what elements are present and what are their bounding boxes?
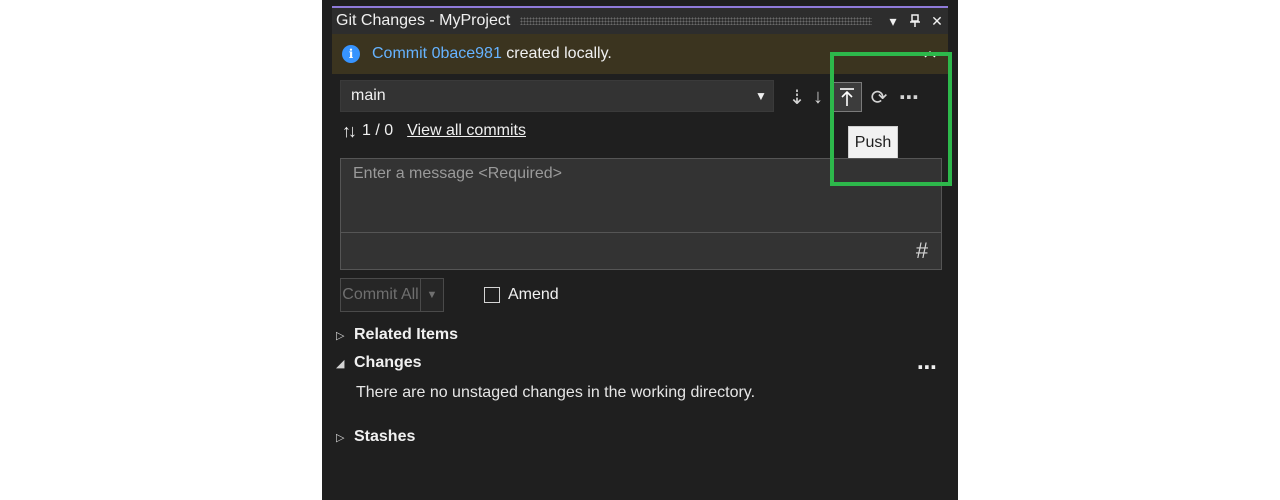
- commit-message-box: #: [340, 158, 942, 270]
- info-icon: i: [342, 45, 360, 63]
- title-grip[interactable]: [520, 17, 872, 25]
- title-bar[interactable]: Git Changes - MyProject ▾ ✕: [332, 8, 948, 34]
- hash-icon[interactable]: #: [909, 237, 935, 265]
- info-bar: i Commit 0bace981 created locally.: [332, 34, 948, 74]
- commit-count: 1 / 0: [362, 122, 394, 139]
- pin-icon-svg: [910, 14, 920, 27]
- section-changes[interactable]: ◢ Changes: [336, 354, 422, 372]
- more-icon: ⋯: [899, 86, 919, 109]
- chevron-down-icon[interactable]: ▼: [749, 81, 773, 111]
- info-message: Commit 0bace981 created locally.: [372, 45, 612, 63]
- sync-icon: ⟳: [870, 86, 888, 109]
- git-changes-panel: Git Changes - MyProject ▾ ✕ i Commit 0ba…: [322, 0, 958, 500]
- push-icon: [840, 88, 854, 106]
- commits-row: ↑↓ 1 / 0 View all commits: [342, 120, 526, 142]
- chevron-up-icon: [924, 50, 936, 58]
- commit-all-button[interactable]: Commit All: [341, 279, 421, 311]
- push-tooltip: Push: [848, 126, 898, 160]
- chevron-right-icon: ▷: [336, 329, 345, 342]
- branch-name: main: [351, 87, 386, 104]
- info-suffix: created locally.: [501, 45, 612, 62]
- pull-icon: ↓: [813, 85, 823, 108]
- push-button[interactable]: [832, 82, 862, 112]
- panel-content: Git Changes - MyProject ▾ ✕ i Commit 0ba…: [332, 6, 948, 500]
- section-label: Changes: [354, 354, 422, 371]
- no-changes-message: There are no unstaged changes in the wor…: [356, 384, 756, 401]
- collapse-icon[interactable]: [918, 42, 942, 66]
- amend-option[interactable]: Amend: [484, 286, 559, 304]
- commit-options-chevron-icon[interactable]: ▼: [421, 279, 443, 311]
- amend-checkbox[interactable]: [484, 287, 500, 303]
- window-title: Git Changes - MyProject: [336, 12, 511, 29]
- commit-all-split-button[interactable]: Commit All ▼: [340, 278, 444, 312]
- pin-icon[interactable]: [904, 10, 926, 32]
- chevron-expanded-icon: ◢: [336, 357, 345, 370]
- branch-dropdown[interactable]: main ▼: [340, 80, 774, 112]
- view-all-commits-link[interactable]: View all commits: [407, 122, 526, 140]
- changes-more-icon[interactable]: ⋯: [914, 356, 940, 379]
- amend-label: Amend: [508, 286, 559, 303]
- info-prefix[interactable]: Commit: [372, 45, 432, 62]
- section-label: Stashes: [354, 428, 416, 445]
- more-actions-button[interactable]: ⋯: [894, 82, 924, 112]
- section-label: Related Items: [354, 326, 459, 343]
- outgoing-incoming-icon: ↑↓: [342, 120, 357, 141]
- close-icon[interactable]: ✕: [926, 10, 948, 32]
- fetch-icon: ⇣: [788, 86, 806, 109]
- section-stashes[interactable]: ▷ Stashes: [336, 428, 415, 446]
- pull-button[interactable]: ↓: [808, 82, 828, 112]
- chevron-right-icon: ▷: [336, 431, 345, 444]
- sync-button[interactable]: ⟳: [864, 82, 894, 112]
- commit-message-input[interactable]: [341, 159, 941, 233]
- commit-id-link[interactable]: 0bace981: [432, 45, 502, 62]
- window-dropdown-icon[interactable]: ▾: [882, 10, 904, 32]
- section-related-items[interactable]: ▷ Related Items: [336, 326, 458, 344]
